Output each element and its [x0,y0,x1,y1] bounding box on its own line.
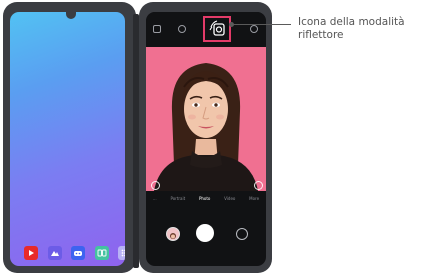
camera-mode-selector: ... Portrait Photo Video More [146,196,266,206]
shutter-button[interactable] [196,224,214,242]
right-navigation-bar [146,254,266,264]
mode-video[interactable]: Video [224,196,235,206]
settings-icon[interactable] [153,25,161,33]
mode-photo[interactable]: Photo [199,196,210,206]
youtube-icon[interactable] [24,246,38,260]
mode-more-left[interactable]: ... [153,196,157,206]
camera-controls [146,216,266,246]
gallery-thumbnail[interactable] [166,227,180,241]
left-home-screen: ◁ ○ □ [10,12,125,266]
camera-screen: ... Portrait Photo Video More [146,12,266,266]
dual-screen-device-illustration: ◁ ○ □ [0,0,426,277]
filter-icon[interactable] [151,181,160,190]
callout-line [231,24,291,25]
dual-screen-icon[interactable] [94,246,109,260]
app-dock [24,246,125,260]
apps-grid-icon[interactable] [118,246,125,260]
flash-icon[interactable] [250,25,258,33]
mode-more[interactable]: More [249,196,259,206]
switch-camera-icon[interactable] [236,228,248,240]
mode-portrait[interactable]: Portrait [170,196,185,206]
camera-viewfinder [146,47,266,191]
timer-icon[interactable] [178,25,186,33]
callout-label: Icona della modalità riflettore [298,16,405,41]
game-controller-icon[interactable] [71,246,85,260]
left-navigation-bar: ◁ ○ □ [20,265,125,266]
gallery-mountain-icon[interactable] [47,246,62,260]
beauty-icon[interactable] [254,181,263,190]
selfie-portrait-image [146,47,266,191]
mirror-icon-highlight-box [203,16,231,42]
